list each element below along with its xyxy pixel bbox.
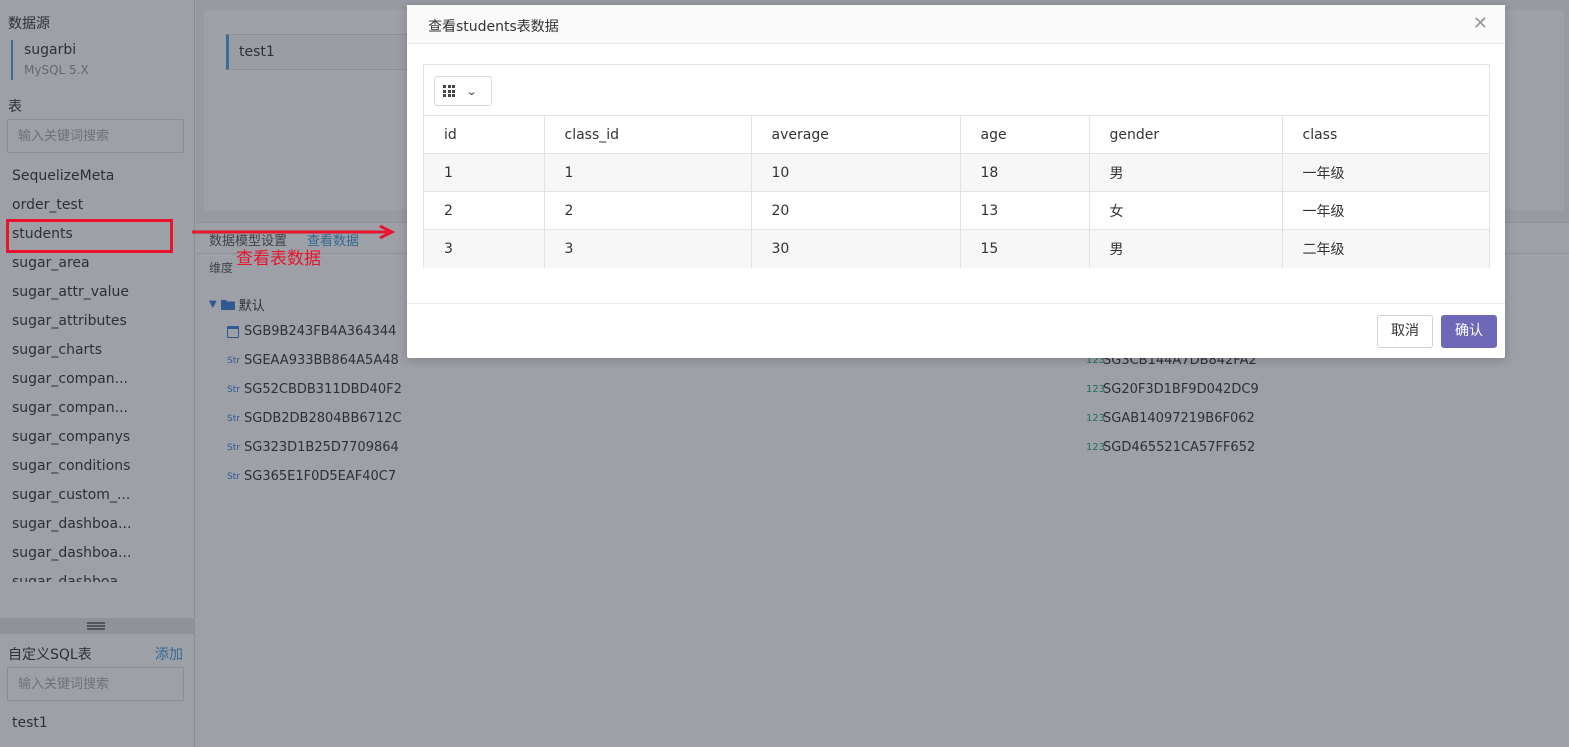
table-cell: 二年级 — [1281, 229, 1489, 268]
data-table: id class_id average age gender class 1 1… — [424, 115, 1489, 268]
annotation-arrow-icon — [192, 224, 396, 240]
table-cell: 20 — [750, 191, 960, 230]
table-cell: 10 — [750, 153, 960, 192]
table-cell: 一年级 — [1281, 191, 1489, 230]
column-header: age — [959, 115, 1089, 154]
column-header: id — [424, 115, 544, 154]
table-row: 1 1 10 18 男 一年级 — [424, 153, 1489, 192]
modal-title: 查看students表数据 — [428, 19, 559, 35]
column-header: class — [1281, 115, 1489, 154]
modal-footer: 取消 确认 — [407, 303, 1505, 358]
table-cell: 13 — [959, 191, 1089, 230]
chevron-down-icon: ⌄ — [465, 84, 478, 98]
annotation-label: 查看表数据 — [236, 249, 321, 269]
table-cell: 3 — [424, 229, 544, 268]
table-cell: 男 — [1088, 153, 1282, 192]
grid-icon — [443, 85, 455, 97]
table-header-row: id class_id average age gender class — [424, 115, 1489, 154]
table-cell: 18 — [959, 153, 1089, 192]
annotation-highlight-box — [6, 219, 173, 253]
table-row: 2 2 20 13 女 一年级 — [424, 191, 1489, 230]
data-table-frame: ⌄ id class_id average age gender class 1 — [423, 64, 1490, 268]
table-cell: 1 — [543, 153, 751, 192]
table-cell: 2 — [543, 191, 751, 230]
table-cell: 30 — [750, 229, 960, 268]
table-cell: 男 — [1088, 229, 1282, 268]
close-icon[interactable]: ✕ — [1473, 14, 1488, 34]
table-cell: 15 — [959, 229, 1089, 268]
column-header: average — [750, 115, 960, 154]
confirm-button[interactable]: 确认 — [1441, 315, 1497, 348]
table-cell: 2 — [424, 191, 544, 230]
view-data-modal: 查看students表数据 ✕ ⌄ id class_id average ag… — [407, 5, 1505, 358]
table-cell: 1 — [424, 153, 544, 192]
table-cell: 一年级 — [1281, 153, 1489, 192]
table-cell: 3 — [543, 229, 751, 268]
column-header: gender — [1088, 115, 1282, 154]
modal-header: 查看students表数据 ✕ — [407, 5, 1505, 44]
cancel-button[interactable]: 取消 — [1377, 315, 1433, 348]
column-toggle-dropdown[interactable]: ⌄ — [434, 76, 492, 106]
table-cell: 女 — [1088, 191, 1282, 230]
table-row: 3 3 30 15 男 二年级 — [424, 229, 1489, 268]
column-header: class_id — [543, 115, 751, 154]
